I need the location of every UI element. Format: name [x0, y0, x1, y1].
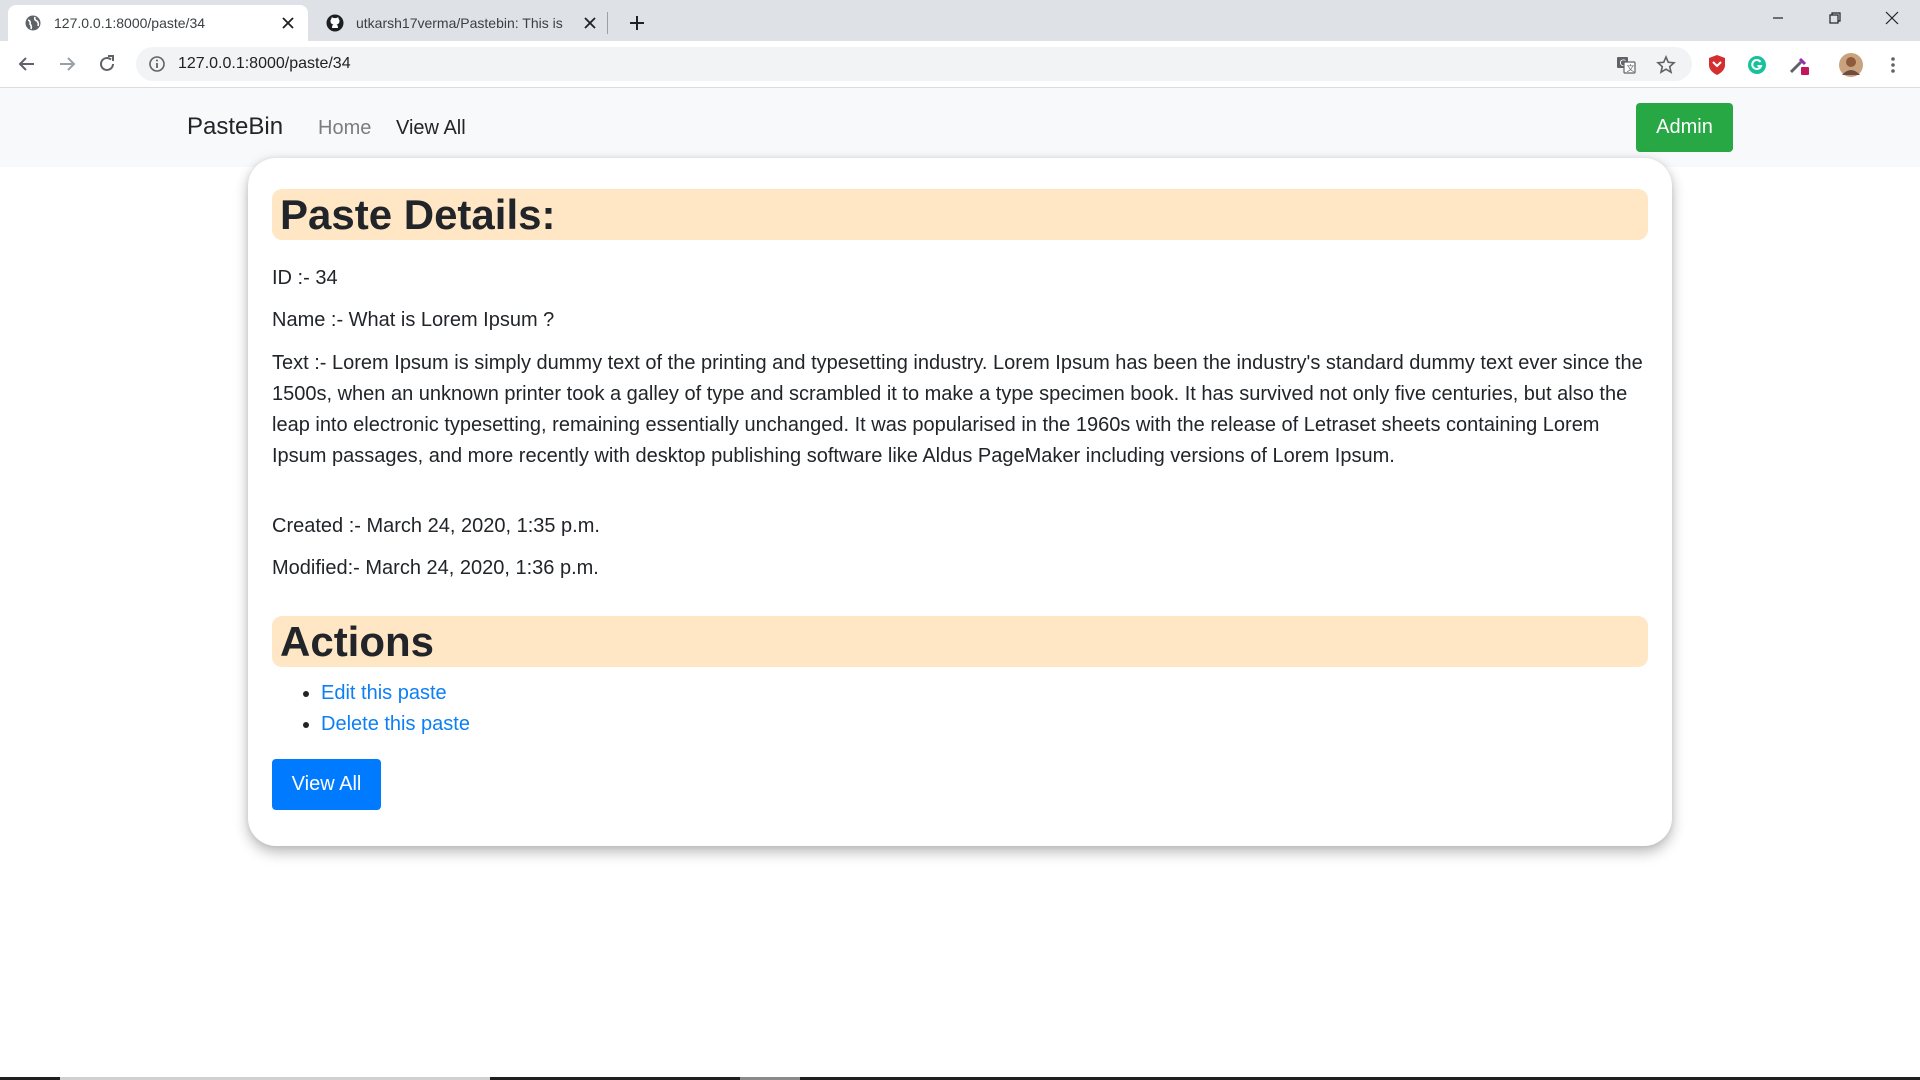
svg-text:文: 文 — [1627, 63, 1635, 73]
list-item: Edit this paste — [321, 678, 470, 709]
close-window-button[interactable] — [1863, 0, 1920, 36]
restore-window-button[interactable] — [1806, 0, 1863, 36]
close-tab-icon[interactable] — [280, 15, 296, 31]
site-navbar: PasteBin Home View All Admin — [0, 88, 1920, 167]
admin-button[interactable]: Admin — [1636, 103, 1733, 152]
list-item: Delete this paste — [321, 709, 470, 740]
url-text: 127.0.0.1:8000/paste/34 — [178, 55, 351, 72]
actions-heading: Actions — [272, 616, 1648, 667]
actions-list: Edit this paste Delete this paste — [272, 678, 470, 740]
paste-text: Text :- Lorem Ipsum is simply dummy text… — [272, 352, 1643, 467]
tab-separator — [607, 12, 608, 34]
tab-active[interactable]: 127.0.0.1:8000/paste/34 — [8, 5, 308, 41]
bookmark-star-icon[interactable] — [1656, 55, 1676, 75]
paste-modified: Modified:- March 24, 2020, 1:36 p.m. — [272, 557, 599, 579]
nav-link-view-all[interactable]: View All — [396, 116, 466, 140]
tab-github[interactable]: utkarsh17verma/Pastebin: This is — [310, 5, 610, 41]
profile-avatar-icon[interactable] — [1839, 53, 1863, 77]
view-all-button[interactable]: View All — [272, 759, 381, 810]
tab-title: utkarsh17verma/Pastebin: This is — [356, 15, 563, 31]
site-info-icon[interactable] — [148, 55, 166, 73]
shield-extension-icon[interactable] — [1705, 53, 1729, 77]
globe-icon — [24, 14, 42, 32]
minimize-window-button[interactable] — [1749, 0, 1806, 36]
back-arrow-icon[interactable] — [12, 49, 42, 79]
tab-title: 127.0.0.1:8000/paste/34 — [54, 15, 206, 31]
new-tab-button[interactable] — [623, 9, 651, 37]
translate-icon[interactable]: G文 — [1616, 55, 1636, 75]
brand-link[interactable]: PasteBin — [187, 112, 283, 142]
eyedropper-extension-icon[interactable] — [1787, 53, 1811, 77]
paste-details-heading: Paste Details: — [272, 189, 1648, 240]
browser-toolbar: 127.0.0.1:8000/paste/34 G文 — [0, 41, 1920, 88]
grammarly-icon[interactable] — [1745, 53, 1769, 77]
address-bar[interactable]: 127.0.0.1:8000/paste/34 G文 — [136, 47, 1692, 81]
kebab-menu-icon[interactable] — [1881, 53, 1905, 77]
nav-link-home[interactable]: Home — [318, 116, 371, 140]
paste-created: Created :- March 24, 2020, 1:35 p.m. — [272, 515, 600, 537]
paste-name: Name :- What is Lorem Ipsum ? — [272, 309, 555, 331]
delete-paste-link[interactable]: Delete this paste — [321, 713, 470, 735]
github-icon — [326, 14, 344, 32]
reload-icon[interactable] — [92, 49, 122, 79]
paste-details-card: Paste Details: ID :- 34 Name :- What is … — [248, 158, 1672, 846]
paste-id: ID :- 34 — [272, 267, 338, 289]
browser-tabstrip: 127.0.0.1:8000/paste/34 utkarsh17verma/P… — [0, 0, 1920, 41]
forward-arrow-icon[interactable] — [52, 49, 82, 79]
edit-paste-link[interactable]: Edit this paste — [321, 682, 447, 704]
close-tab-icon[interactable] — [582, 15, 598, 31]
